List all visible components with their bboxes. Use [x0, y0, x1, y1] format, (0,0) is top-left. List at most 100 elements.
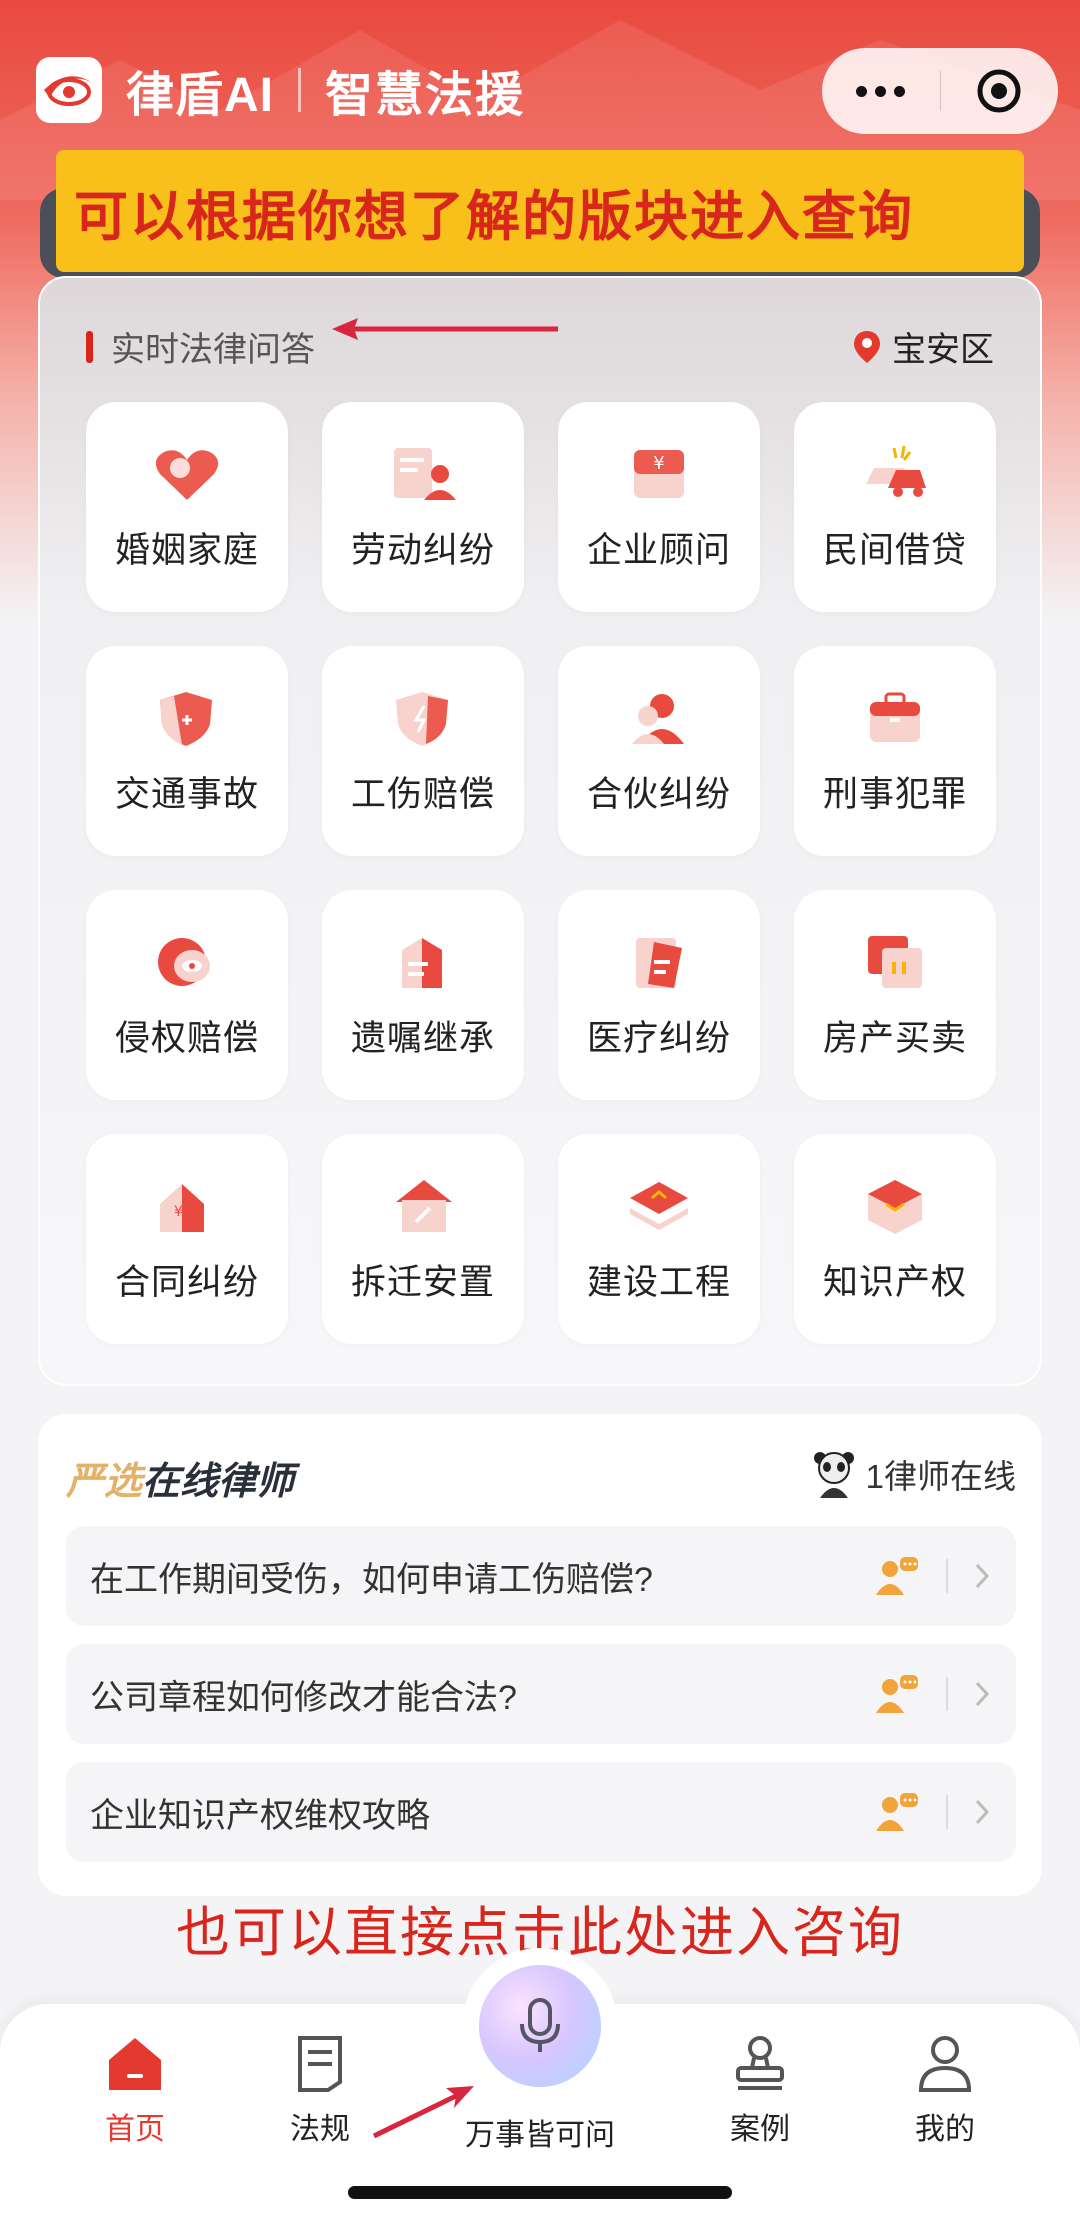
heart-ring-icon — [155, 450, 219, 500]
category-label: 房产买卖 — [822, 1019, 967, 1058]
location-text: 宝安区 — [892, 331, 994, 369]
lawyer-section-title: 严选在线律师 — [66, 1461, 295, 1503]
category-construction[interactable]: 建设工程 — [558, 1134, 760, 1344]
category-label: 民间借贷 — [822, 531, 967, 570]
category-labor-dispute[interactable]: 劳动纠纷 — [322, 402, 524, 612]
category-intellectual-property[interactable]: 知识产权 — [794, 1134, 996, 1344]
category-traffic-accident[interactable]: 交通事故 — [86, 646, 288, 856]
online-lawyer-card: 严选在线律师 1律师在线 在工作期间受伤，如何申请工伤赔偿? 公司章程如何修改才… — [38, 1414, 1042, 1896]
category-property-trading[interactable]: 房产买卖 — [794, 890, 996, 1100]
partner-person-icon — [632, 694, 684, 744]
category-tort-compensation[interactable]: 侵权赔偿 — [86, 890, 288, 1100]
category-label: 合同纠纷 — [114, 1263, 259, 1302]
miniapp-capsule — [822, 48, 1058, 134]
regulation-doc-icon — [298, 2036, 342, 2092]
mic-bubble — [479, 1965, 601, 2087]
lawyer-online-status[interactable]: 1律师在线 — [812, 1448, 1016, 1500]
section-header: 实时法律问答 — [86, 322, 315, 371]
section-title: 实时法律问答 — [111, 331, 315, 369]
category-work-injury[interactable]: 工伤赔偿 — [322, 646, 524, 856]
construction-layers-icon — [630, 1182, 688, 1230]
category-label: 侵权赔偿 — [114, 1019, 259, 1058]
brand-name: 律盾AI — [126, 69, 275, 122]
home-icon — [109, 2038, 161, 2090]
annotation-arrow-up-icon — [372, 2086, 474, 2139]
legal-qa-card: 实时法律问答 宝安区 婚姻家庭 劳动纠纷 ¥ 企业顾问 民间借贷 交通事故 工伤… — [38, 276, 1042, 1386]
chevron-right-icon — [975, 1681, 990, 1707]
category-label: 交通事故 — [114, 775, 259, 814]
category-enterprise-advisor[interactable]: ¥ 企业顾问 — [558, 402, 760, 612]
category-contract-dispute[interactable]: ¥ 合同纠纷 — [86, 1134, 288, 1344]
annotation-top-text: 可以根据你想了解的版块进入查询 — [74, 186, 914, 247]
svg-text:¥: ¥ — [174, 1204, 183, 1220]
lawyer-chat-icon — [876, 1557, 918, 1595]
category-label: 婚姻家庭 — [114, 531, 259, 570]
voice-ask-button[interactable] — [462, 1948, 618, 2104]
eye-circle-icon — [158, 938, 210, 986]
target-circle-icon — [977, 69, 1021, 113]
car-crash-icon — [866, 445, 926, 497]
question-text: 在工作期间受伤，如何申请工伤赔偿? — [90, 1560, 653, 1599]
category-label: 知识产权 — [822, 1263, 967, 1302]
location-selector[interactable]: 宝安区 — [852, 322, 994, 371]
microphone-icon — [520, 1998, 560, 2052]
shield-plus-icon — [160, 692, 212, 746]
brand-subtitle: 智慧法援 — [325, 69, 526, 122]
category-private-lending[interactable]: 民间借贷 — [794, 402, 996, 612]
category-label: 合伙纠纷 — [586, 775, 731, 814]
demolition-house-icon — [396, 1180, 452, 1232]
annotation-arrow-icon — [332, 318, 558, 340]
more-button[interactable] — [822, 48, 940, 134]
app-header: 律盾AI 智慧法援 — [36, 52, 525, 128]
chevron-right-icon — [975, 1799, 990, 1825]
category-label: 刑事犯罪 — [822, 775, 967, 814]
question-row[interactable]: 企业知识产权维权攻略 — [66, 1762, 1016, 1862]
shield-bolt-icon — [396, 692, 448, 746]
category-label: 企业顾问 — [586, 531, 731, 570]
category-demolition[interactable]: 拆迁安置 — [322, 1134, 524, 1344]
category-label: 医疗纠纷 — [586, 1019, 731, 1058]
user-icon — [918, 2036, 972, 2092]
panda-avatar-icon — [813, 1452, 854, 1498]
question-row[interactable]: 公司章程如何修改才能合法? — [66, 1644, 1016, 1744]
case-stamp-icon — [736, 2036, 784, 2090]
ip-cube-icon — [868, 1180, 922, 1234]
svg-text:¥: ¥ — [653, 453, 664, 474]
category-medical-dispute[interactable]: 医疗纠纷 — [558, 890, 760, 1100]
category-label: 建设工程 — [586, 1263, 731, 1302]
contract-house-icon: ¥ — [160, 1184, 204, 1232]
category-will-inheritance[interactable]: 遗嘱继承 — [322, 890, 524, 1100]
close-miniapp-button[interactable] — [941, 48, 1059, 134]
category-label: 拆迁安置 — [350, 1263, 495, 1302]
medical-file-icon — [636, 938, 682, 988]
will-document-icon — [402, 938, 442, 988]
lawyer-chat-icon — [876, 1793, 918, 1831]
category-label: 工伤赔偿 — [350, 775, 495, 814]
annotation-banner: 可以根据你想了解的版块进入查询 — [56, 150, 1024, 272]
section-marker — [86, 330, 93, 363]
online-count-text: 1律师在线 — [865, 1458, 1016, 1495]
brand-divider — [298, 68, 302, 112]
worker-document-icon — [394, 448, 456, 500]
yuan-bag-icon: ¥ — [634, 450, 684, 498]
lawyer-chat-icon — [876, 1675, 918, 1713]
app-logo — [36, 57, 102, 123]
category-grid: 婚姻家庭 劳动纠纷 ¥ 企业顾问 民间借贷 交通事故 工伤赔偿 合伙纠纷 刑事犯… — [86, 402, 1000, 1344]
question-text: 企业知识产权维权攻略 — [90, 1796, 430, 1835]
question-row[interactable]: 在工作期间受伤，如何申请工伤赔偿? — [66, 1526, 1016, 1626]
chevron-right-icon — [975, 1563, 990, 1589]
question-text: 公司章程如何修改才能合法? — [90, 1678, 517, 1717]
category-partnership-dispute[interactable]: 合伙纠纷 — [558, 646, 760, 856]
tab-profile[interactable]: 我的 — [855, 2034, 1035, 2148]
location-pin-icon — [854, 330, 880, 363]
category-label: 遗嘱继承 — [350, 1019, 495, 1058]
category-criminal[interactable]: 刑事犯罪 — [794, 646, 996, 856]
briefcase-icon — [870, 692, 920, 742]
tab-home[interactable]: 首页 — [45, 2034, 225, 2148]
category-label: 劳动纠纷 — [350, 531, 495, 570]
home-indicator — [348, 2186, 732, 2199]
tab-cases[interactable]: 案例 — [670, 2034, 850, 2148]
eye-logo-icon — [44, 76, 94, 106]
house-deed-icon — [868, 936, 922, 988]
category-marriage-family[interactable]: 婚姻家庭 — [86, 402, 288, 612]
